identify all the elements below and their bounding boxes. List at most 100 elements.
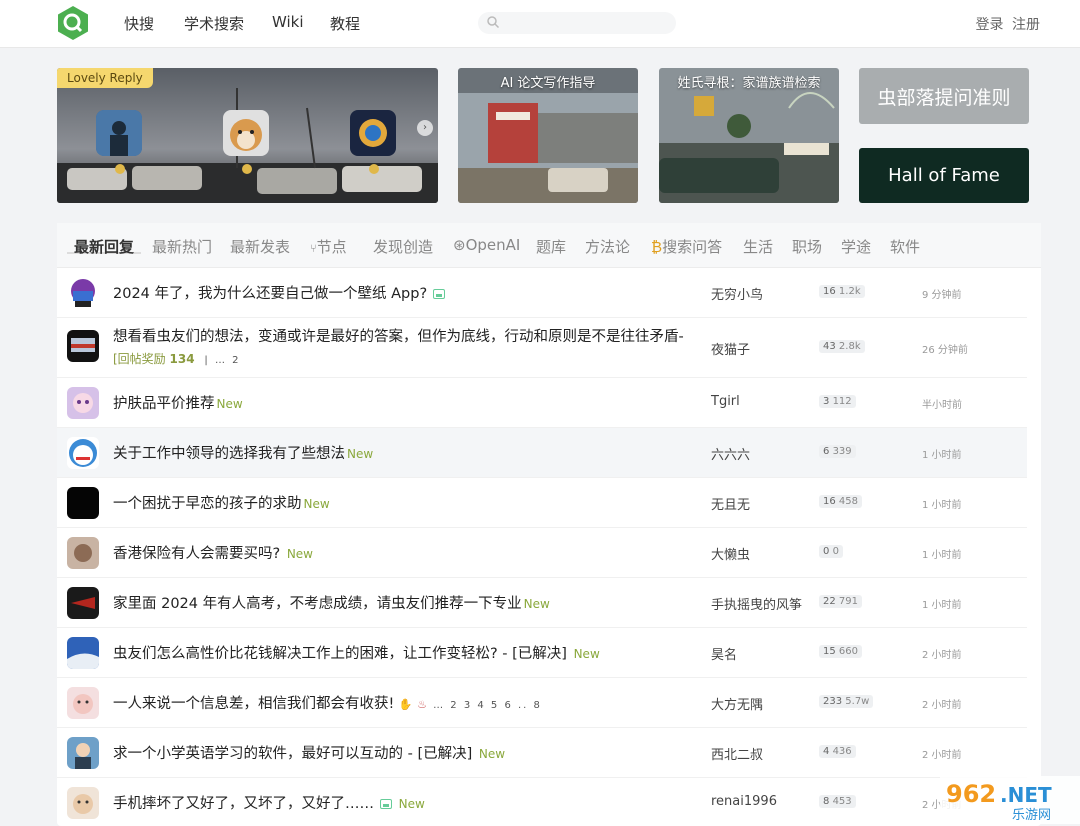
tab-latest-hot[interactable]: 最新热门: [152, 236, 212, 257]
topic-title[interactable]: 家里面 2024 年有人高考，不考虑成绩，请虫友们推荐一下专业 New: [113, 592, 550, 613]
topic-title[interactable]: 2024 年了，我为什么还要自己做一个壁纸 App?: [113, 282, 446, 303]
topic-title-text[interactable]: 一人来说一个信息差，相信我们都会有收获!: [113, 696, 394, 712]
topic-row[interactable]: 一个困扰于早恋的孩子的求助 New 无且无 16 458 1 小时前: [57, 478, 1027, 528]
search-input[interactable]: [478, 12, 676, 34]
topic-author[interactable]: 昊名: [711, 644, 737, 663]
avatar[interactable]: [67, 737, 99, 769]
banner-lovely-reply[interactable]: Lovely Reply ›: [57, 68, 438, 203]
topic-author[interactable]: renai1996: [711, 794, 777, 809]
new-badge: New: [398, 797, 425, 811]
topic-row[interactable]: 护肤品平价推荐 New Tgirl 3 112 半小时前: [57, 378, 1027, 428]
tab-latest-reply[interactable]: 最新回复: [74, 236, 134, 257]
topic-row[interactable]: 求一个小学英语学习的软件，最好可以互动的 - [已解决] New 西北二叔 4 …: [57, 728, 1027, 778]
tab-search-qa[interactable]: ₿搜索问答: [651, 236, 722, 257]
tab-methodology[interactable]: 方法论: [585, 236, 630, 257]
topic-title-text[interactable]: 关于工作中领导的选择我有了些想法: [113, 446, 345, 462]
topic-author[interactable]: 西北二叔: [711, 744, 763, 763]
avatar[interactable]: [67, 277, 99, 309]
avatar[interactable]: [67, 587, 99, 619]
tab-discover[interactable]: 发现创造: [373, 236, 433, 257]
topic-row[interactable]: 手机摔坏了又好了，又坏了，又好了…… New renai1996 8 453 2…: [57, 778, 1027, 826]
topic-title[interactable]: 一人来说一个信息差，相信我们都会有收获! ✋ ♨ … 2 3 4 5 6 .. 8: [113, 692, 542, 713]
nav-link-tutorial[interactable]: 教程: [330, 13, 360, 34]
topic-row[interactable]: 关于工作中领导的选择我有了些想法 New 六六六 6 339 1 小时前: [57, 428, 1027, 478]
reply-count: 43: [823, 341, 836, 352]
topic-title-text[interactable]: 香港保险有人会需要买吗?: [113, 546, 280, 562]
tab-life[interactable]: 生活: [743, 236, 773, 257]
topic-title-text[interactable]: 虫友们怎么高性价比花钱解决工作上的困难，让工作变轻松? - [已解决]: [113, 646, 567, 662]
avatar[interactable]: [67, 437, 99, 469]
reward-amount: 134: [169, 352, 195, 366]
logo-icon[interactable]: [57, 5, 89, 41]
banner-ai-writing[interactable]: AI 论文写作指导: [458, 68, 638, 203]
avatar[interactable]: [67, 537, 99, 569]
topic-title-text[interactable]: 护肤品平价推荐: [113, 396, 215, 412]
topic-title-text[interactable]: 一个困扰于早恋的孩子的求助: [113, 496, 302, 512]
tab-software[interactable]: 软件: [890, 236, 920, 257]
topic-title[interactable]: 香港保险有人会需要买吗? New: [113, 542, 313, 563]
topic-author[interactable]: 大方无隅: [711, 694, 763, 713]
tab-openai[interactable]: ⊛OpenAI: [453, 236, 520, 254]
topic-title[interactable]: 想看看虫友们的想法，变通或许是最好的答案，但作为底线，行动和原则是不是往往矛盾-: [113, 325, 684, 346]
topic-author[interactable]: 大懒虫: [711, 544, 750, 563]
topic-time: 半小时前: [922, 400, 962, 411]
avatar[interactable]: [67, 687, 99, 719]
lovely-avatar-1[interactable]: [96, 110, 142, 156]
topic-title-text[interactable]: 手机摔坏了又好了，又坏了，又好了……: [113, 796, 374, 812]
rules-button[interactable]: 虫部落提问准则: [859, 68, 1029, 124]
chevron-right-icon[interactable]: ›: [417, 120, 433, 136]
tab-nodes[interactable]: ⑂节点: [310, 236, 347, 257]
banner-surname[interactable]: 姓氏寻根：家谱族谱检索: [659, 68, 839, 203]
topic-title[interactable]: 关于工作中领导的选择我有了些想法 New: [113, 442, 373, 463]
tab-study[interactable]: 学途: [841, 236, 871, 257]
register-link[interactable]: 注册: [1012, 17, 1040, 33]
image-icon: [380, 799, 392, 809]
tab-workplace[interactable]: 职场: [792, 236, 822, 257]
topic-stats: 4 436: [819, 745, 856, 758]
page-links[interactable]: … 2 3 4 5 6 .. 8: [433, 700, 542, 711]
topic-author[interactable]: 夜猫子: [711, 339, 750, 358]
login-link[interactable]: 登录: [976, 17, 1004, 33]
topic-title[interactable]: 护肤品平价推荐 New: [113, 392, 243, 413]
image-icon: [433, 289, 446, 299]
topic-title-text[interactable]: 家里面 2024 年有人高考，不考虑成绩，请虫友们推荐一下专业: [113, 596, 522, 612]
topic-title-text[interactable]: 求一个小学英语学习的软件，最好可以互动的 - [已解决]: [113, 746, 472, 762]
topic-time: 1 小时前: [922, 500, 962, 511]
topic-title-text[interactable]: 2024 年了，我为什么还要自己做一个壁纸 App?: [113, 286, 427, 302]
topic-author[interactable]: 手执摇曳的风筝: [711, 594, 802, 613]
topic-row[interactable]: 香港保险有人会需要买吗? New 大懒虫 0 0 1 小时前: [57, 528, 1027, 578]
topic-author[interactable]: Tgirl: [711, 394, 740, 409]
nav-link-kuaisou[interactable]: 快搜: [124, 13, 154, 34]
topic-author[interactable]: 无穷小鸟: [711, 284, 763, 303]
hall-of-fame-button[interactable]: Hall of Fame: [859, 148, 1029, 203]
banner-surname-title: 姓氏寻根：家谱族谱检索: [677, 76, 821, 91]
topic-row[interactable]: 家里面 2024 年有人高考，不考虑成绩，请虫友们推荐一下专业 New 手执摇曳的…: [57, 578, 1027, 628]
nav-link-academic-search[interactable]: 学术搜索: [184, 13, 244, 34]
avatar[interactable]: [67, 637, 99, 669]
avatar[interactable]: [67, 487, 99, 519]
topic-title[interactable]: 手机摔坏了又好了，又坏了，又好了…… New: [113, 792, 425, 813]
avatar[interactable]: [67, 330, 99, 362]
branch-icon: ⑂: [310, 242, 317, 255]
topic-row[interactable]: 虫友们怎么高性价比花钱解决工作上的困难，让工作变轻松? - [已解决] New …: [57, 628, 1027, 678]
topic-title[interactable]: 虫友们怎么高性价比花钱解决工作上的困难，让工作变轻松? - [已解决] New: [113, 642, 600, 663]
nav-link-wiki[interactable]: Wiki: [272, 13, 304, 31]
topic-row[interactable]: 一人来说一个信息差，相信我们都会有收获! ✋ ♨ … 2 3 4 5 6 .. 8…: [57, 678, 1027, 728]
topic-author[interactable]: 六六六: [711, 444, 750, 463]
search-icon[interactable]: [486, 15, 500, 29]
tab-question-bank[interactable]: 题库: [536, 236, 566, 257]
topic-row[interactable]: 想看看虫友们的想法，变通或许是最好的答案，但作为底线，行动和原则是不是往往矛盾-…: [57, 318, 1027, 378]
topic-row[interactable]: 2024 年了，我为什么还要自己做一个壁纸 App? 无穷小鸟 16 1.2k …: [57, 268, 1027, 318]
view-count: 2.8k: [838, 341, 861, 352]
lovely-avatar-3[interactable]: [350, 110, 396, 156]
topic-title[interactable]: 求一个小学英语学习的软件，最好可以互动的 - [已解决] New: [113, 742, 505, 763]
topic-stats: 233 5.7w: [819, 695, 874, 708]
topic-author[interactable]: 无且无: [711, 494, 750, 513]
topic-title[interactable]: 一个困扰于早恋的孩子的求助 New: [113, 492, 330, 513]
page-links[interactable]: | … 2: [204, 355, 240, 366]
avatar[interactable]: [67, 787, 99, 819]
lovely-avatar-2[interactable]: [223, 110, 269, 156]
topic-time: 1 小时前: [922, 450, 962, 461]
avatar[interactable]: [67, 387, 99, 419]
tab-latest-post[interactable]: 最新发表: [230, 236, 290, 257]
